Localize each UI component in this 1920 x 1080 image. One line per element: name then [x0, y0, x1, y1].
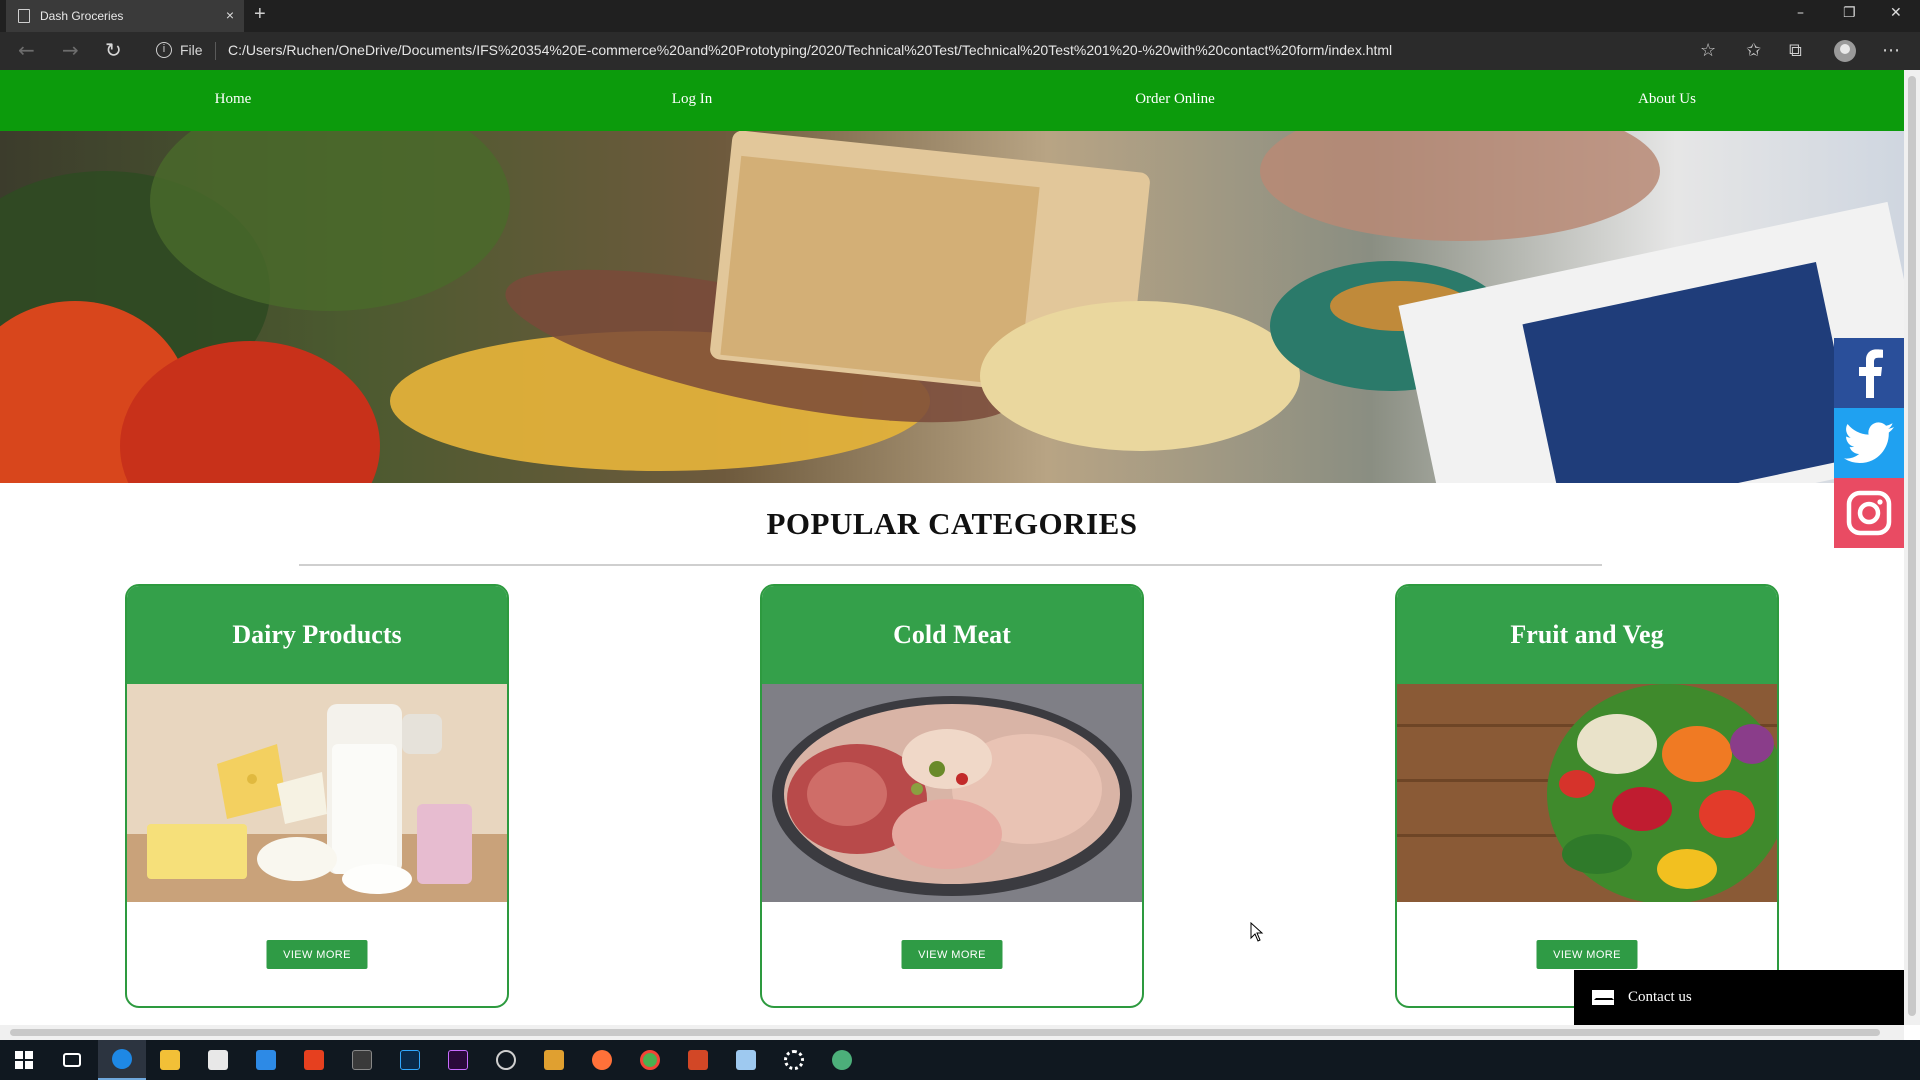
document-icon [18, 9, 30, 23]
site-navigation: Home Log In Order Online About Us [0, 70, 1904, 131]
site-info-icon[interactable]: i [156, 42, 172, 58]
view-more-button-cold-meat[interactable]: VIEW MORE [901, 940, 1003, 969]
vertical-scrollbar[interactable] [1904, 70, 1920, 1025]
app-icon [352, 1050, 372, 1070]
category-card-title: Cold Meat [762, 586, 1142, 684]
browser-tab-strip: Dash Groceries × + – ❐ ✕ [0, 0, 1920, 32]
windows-start-button[interactable] [0, 1040, 48, 1080]
back-button[interactable]: ← [18, 38, 35, 62]
taskbar-mail[interactable] [242, 1040, 290, 1080]
taskbar-firefox[interactable] [578, 1040, 626, 1080]
refresh-button[interactable]: ↻ [105, 38, 122, 62]
windows-taskbar [0, 1040, 1920, 1080]
office-icon [304, 1050, 324, 1070]
new-tab-button[interactable]: + [254, 3, 266, 26]
store-icon [208, 1050, 228, 1070]
collections-icon[interactable]: ⧉ [1789, 40, 1802, 61]
browser-toolbar: ← → ↻ i File C:/Users/Ruchen/OneDrive/Do… [0, 32, 1920, 70]
horizontal-scrollbar[interactable] [0, 1025, 1904, 1040]
cold-meat-image [762, 684, 1142, 902]
taskbar-photoshop[interactable] [386, 1040, 434, 1080]
windows-logo-icon [15, 1051, 33, 1069]
category-card-dairy: Dairy Products VIEW MORE [125, 584, 509, 1008]
task-view-button[interactable] [48, 1040, 96, 1080]
forward-button[interactable]: → [62, 38, 79, 62]
nav-link-login[interactable]: Log In [672, 91, 712, 108]
category-card-fruit-veg: Fruit and Veg VIEW MORE [1395, 584, 1779, 1008]
nav-link-about-us[interactable]: About Us [1638, 91, 1696, 108]
settings-menu-icon[interactable]: ⋯ [1882, 40, 1900, 61]
category-card-title: Dairy Products [127, 586, 507, 684]
facebook-link[interactable] [1834, 338, 1904, 408]
taskbar-office[interactable] [290, 1040, 338, 1080]
twitter-link[interactable] [1834, 408, 1904, 478]
tab-title: Dash Groceries [40, 9, 124, 23]
circle-app-icon [496, 1050, 516, 1070]
folder-icon [160, 1050, 180, 1070]
slack-icon [544, 1050, 564, 1070]
mail-icon [256, 1050, 276, 1070]
nav-link-home[interactable]: Home [215, 91, 252, 108]
fruit-and-veg-image [1397, 684, 1777, 902]
restore-button[interactable]: ❐ [1843, 5, 1856, 21]
taskbar-app[interactable] [338, 1040, 386, 1080]
premiere-icon [448, 1050, 468, 1070]
taskbar-app-circle[interactable] [482, 1040, 530, 1080]
task-view-icon [63, 1053, 81, 1067]
section-title: POPULAR CATEGORIES [766, 506, 1138, 541]
category-card-cold-meat: Cold Meat VIEW MORE [760, 584, 1144, 1008]
dairy-products-image [127, 684, 507, 902]
view-more-button-fruit-veg[interactable]: VIEW MORE [1536, 940, 1638, 969]
taskbar-edge[interactable] [98, 1040, 146, 1080]
taskbar-globe-app[interactable] [818, 1040, 866, 1080]
scrollbar-thumb[interactable] [10, 1029, 1880, 1036]
taskbar-powerpoint[interactable] [674, 1040, 722, 1080]
firefox-icon [592, 1050, 612, 1070]
notes-icon [736, 1050, 756, 1070]
contact-us-button[interactable]: Contact us [1574, 970, 1904, 1025]
view-more-button-dairy[interactable]: VIEW MORE [266, 940, 368, 969]
profile-avatar[interactable] [1834, 40, 1856, 62]
tab-close-icon[interactable]: × [226, 7, 234, 23]
envelope-icon [1592, 990, 1614, 1005]
contact-us-label: Contact us [1628, 989, 1692, 1005]
gear-icon [784, 1050, 804, 1070]
nav-link-order-online[interactable]: Order Online [1135, 91, 1215, 108]
window-close-button[interactable]: ✕ [1890, 5, 1902, 21]
taskbar-app-slack[interactable] [530, 1040, 578, 1080]
browser-tab[interactable]: Dash Groceries × [6, 0, 244, 32]
web-page: Home Log In Order Online About Us POPULA… [0, 70, 1904, 1025]
address-separator [215, 42, 216, 60]
taskbar-premiere[interactable] [434, 1040, 482, 1080]
taskbar-file-explorer[interactable] [146, 1040, 194, 1080]
twitter-icon [1844, 422, 1894, 463]
address-bar[interactable]: C:/Users/Ruchen/OneDrive/Documents/IFS%2… [228, 42, 1668, 58]
mouse-cursor-icon [1250, 922, 1264, 942]
category-card-title: Fruit and Veg [1397, 586, 1777, 684]
taskbar-chrome[interactable] [626, 1040, 674, 1080]
taskbar-notes[interactable] [722, 1040, 770, 1080]
hero-banner-image [0, 131, 1904, 483]
favorite-star-icon[interactable]: ☆ [1700, 40, 1716, 61]
minimize-button[interactable]: – [1797, 5, 1804, 21]
section-divider [299, 564, 1602, 566]
taskbar-store[interactable] [194, 1040, 242, 1080]
favorites-icon[interactable]: ✩ [1746, 40, 1761, 61]
facebook-icon [1859, 349, 1883, 398]
photoshop-icon [400, 1050, 420, 1070]
globe-icon [832, 1050, 852, 1070]
chrome-icon [640, 1050, 660, 1070]
taskbar-settings[interactable] [770, 1040, 818, 1080]
address-scheme-label: File [180, 42, 203, 58]
scrollbar-thumb[interactable] [1908, 76, 1916, 1016]
powerpoint-icon [688, 1050, 708, 1070]
edge-icon [112, 1049, 132, 1069]
